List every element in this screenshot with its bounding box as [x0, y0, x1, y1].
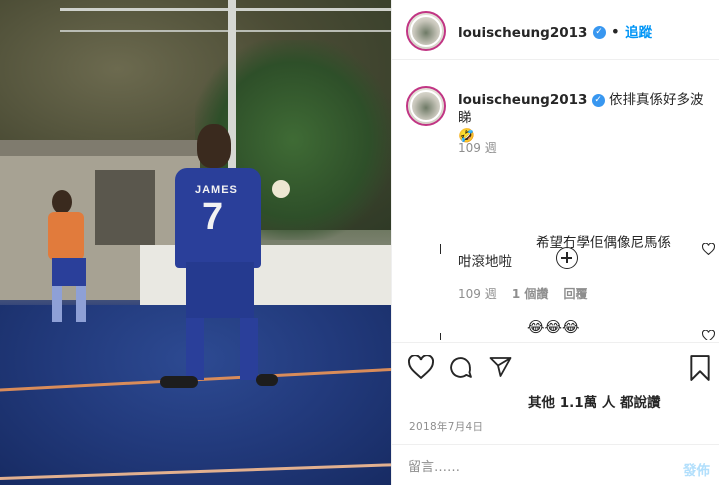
comment-likes[interactable]: 1 個讚 — [512, 287, 549, 301]
post-comment-button[interactable]: 發佈 — [683, 459, 710, 479]
follow-button[interactable]: 追蹤 — [625, 25, 652, 41]
comment-text: 希望冇學佢偶像尼馬係 — [536, 235, 671, 251]
caption: louischeung2013 ✓ 依排真係好多波睇 🤣 — [458, 91, 708, 145]
photo-player-shoe — [256, 374, 278, 386]
comment-age[interactable]: 109 週 — [458, 287, 497, 301]
photo-background-player-head — [52, 190, 72, 214]
photo-jersey-name: JAMES — [195, 184, 238, 196]
heart-icon[interactable] — [408, 355, 434, 379]
post-date[interactable]: 2018年7月4日 — [409, 419, 483, 434]
photo-background-player-legs — [52, 286, 102, 322]
post-header: louischeung2013 ✓ • 追蹤 — [392, 0, 719, 60]
header-user-line: louischeung2013 ✓ • 追蹤 — [458, 21, 652, 41]
comment-icon[interactable] — [448, 355, 473, 380]
comment-like-icon[interactable] — [702, 330, 715, 340]
comment-input[interactable] — [408, 457, 658, 477]
photo-player-leg — [240, 318, 258, 380]
photo-jersey-number: 7 — [202, 196, 224, 238]
verified-badge-icon: ✓ — [592, 26, 606, 39]
photo-background-player-shorts — [52, 258, 86, 286]
photo-building-window — [95, 170, 155, 245]
comment-text-continued: 咁滾地啦 — [458, 254, 512, 270]
share-icon[interactable] — [488, 355, 513, 379]
caption-age[interactable]: 109 週 — [458, 139, 497, 156]
photo-player-shoe — [160, 376, 198, 388]
photo-building-roof — [0, 140, 210, 156]
likes-count[interactable]: 其他 1.1萬 人 都說讚 — [528, 391, 661, 411]
comment-reply-button[interactable]: 回覆 — [563, 287, 587, 301]
photo-railing-bottom — [60, 30, 391, 32]
photo-railing-top — [60, 8, 391, 11]
comment-item: 希望冇學佢偶像尼馬係 咁滾地啦 — [458, 234, 694, 272]
comment-like-icon[interactable] — [702, 243, 715, 255]
caption-author-avatar[interactable] — [406, 86, 446, 126]
comment-bar: 發佈 — [392, 444, 719, 485]
author-avatar[interactable] — [406, 11, 446, 51]
photo-player-leg — [186, 318, 204, 380]
photo-player-head — [197, 124, 231, 168]
post-actions: 其他 1.1萬 人 都說讚 2018年7月4日 — [392, 342, 719, 442]
comment-avatar-edge — [440, 333, 443, 340]
post-side-panel: louischeung2013 ✓ • 追蹤 louischeung2013 ✓… — [391, 0, 719, 485]
photo-background-player-vest — [48, 212, 84, 260]
bookmark-icon[interactable] — [689, 355, 711, 381]
comment-meta: 109 週 1 個讚 回覆 — [458, 283, 587, 302]
post-photo[interactable]: JAMES 7 — [0, 0, 391, 485]
caption-username[interactable]: louischeung2013 — [458, 92, 587, 108]
comment-text: 😂😂😂 — [527, 318, 580, 336]
comments-list[interactable]: louischeung2013 ✓ 依排真係好多波睇 🤣 109 週 希望冇學佢… — [392, 68, 719, 340]
author-username[interactable]: louischeung2013 — [458, 25, 587, 41]
verified-badge-icon: ✓ — [591, 93, 605, 107]
comment-avatar-edge — [440, 244, 443, 254]
header-separator: • — [610, 22, 621, 41]
photo-player-shorts — [186, 262, 254, 318]
photo-football — [272, 180, 290, 198]
